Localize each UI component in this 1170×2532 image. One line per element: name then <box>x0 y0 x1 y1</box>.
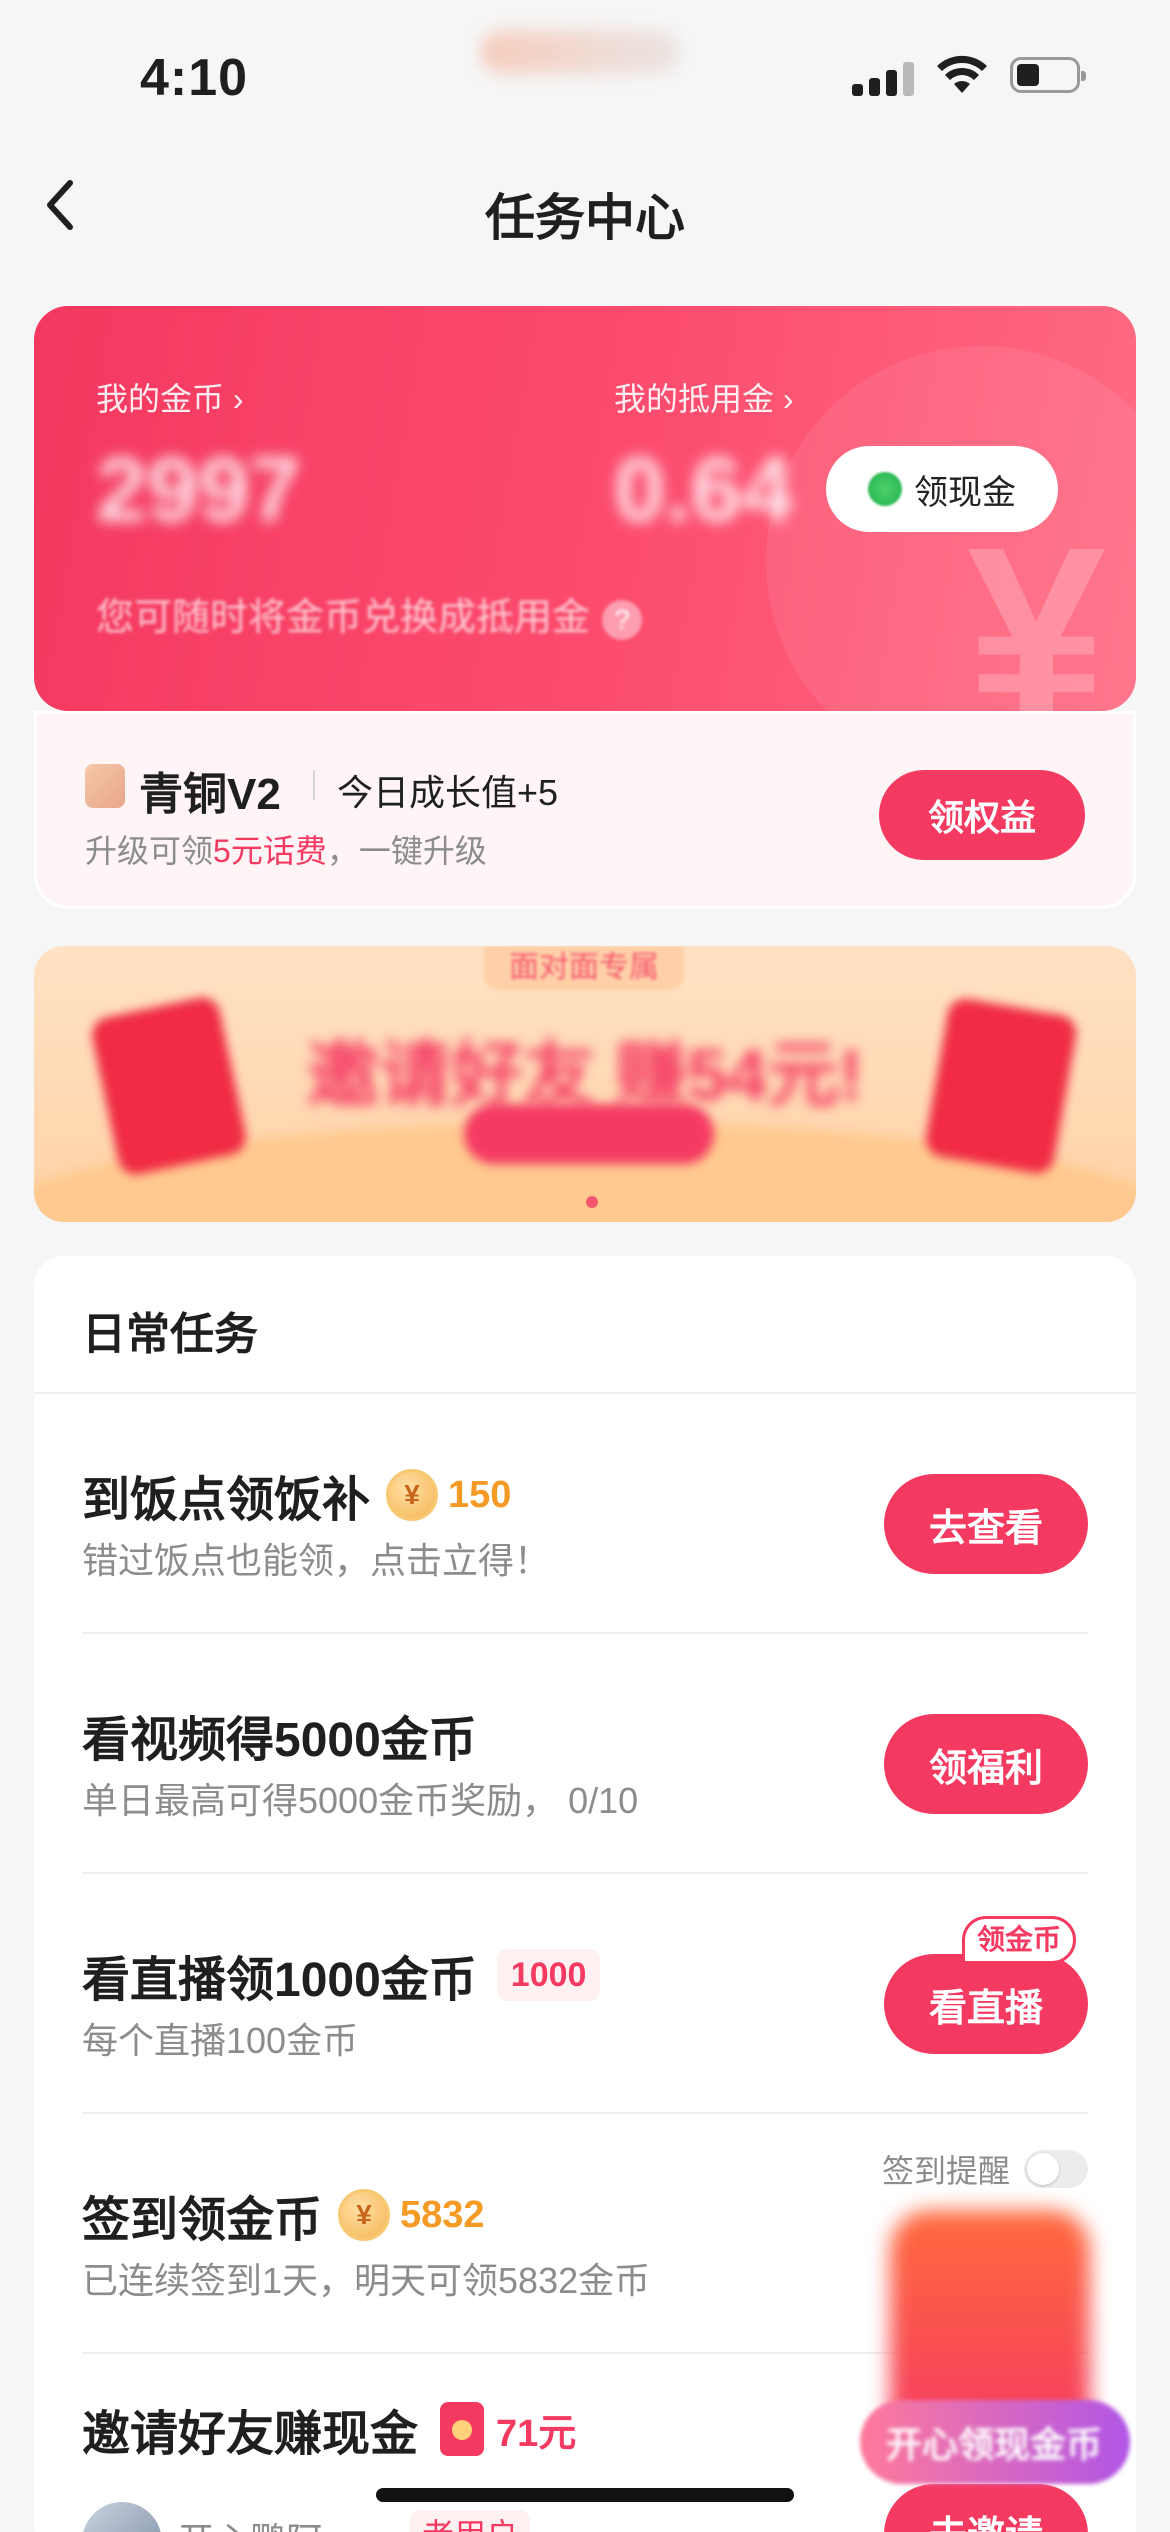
growth-value: 今日成长值+5 <box>337 772 559 813</box>
task-title: 邀请好友赚现金 <box>82 2408 419 2461</box>
bronze-level-icon <box>85 764 125 808</box>
upgrade-hint-suffix: ，一键升级 <box>326 833 487 869</box>
task-title-wrap: 邀请好友赚现金 71元 <box>82 2394 576 2464</box>
task-title-wrap: 到饭点领饭补 ¥150 <box>82 1460 511 1530</box>
claim-welfare-button[interactable]: 领福利 <box>884 1714 1088 1814</box>
level-upgrade-hint: 升级可领5元话费，一键升级 <box>85 826 487 872</box>
view-button[interactable]: 去查看 <box>884 1474 1088 1574</box>
coin-icon: ¥ <box>386 1469 439 1521</box>
task-subtitle: 每个直播100金币 <box>82 2020 359 2061</box>
reminder-label: 签到提醒 <box>881 2153 1010 2189</box>
coins-link[interactable]: 我的金币 › <box>96 374 244 420</box>
coins-value: 2997 <box>96 439 301 541</box>
cash-amount: 71元 <box>496 2412 577 2455</box>
credit-value: 0.64 <box>614 439 794 541</box>
checkin-reminder: 签到提醒 <box>882 2146 1088 2192</box>
dynamic-island-app-icon <box>480 30 680 74</box>
cash-icon <box>868 472 902 506</box>
status-time: 4:10 <box>140 49 249 107</box>
upgrade-hint-prefix: 升级可领 <box>85 833 214 869</box>
page-title: 任务中心 <box>485 190 685 246</box>
task-row-live: 看直播领1000金币 1000 每个直播100金币 看直播 领金币 <box>34 1874 1136 2114</box>
task-subtitle: 错过饭点也能领，点击立得！ <box>82 1540 551 1581</box>
task-row-meal: 到饭点领饭补 ¥150 错过饭点也能领，点击立得！ 去查看 <box>34 1394 1136 1634</box>
task-title: 签到领金币 <box>82 2194 323 2247</box>
floating-promo[interactable]: 开心领现金币 <box>860 2200 1160 2500</box>
invite-friends-banner[interactable]: 面对面专属 邀请好友 赚54元! <box>34 946 1136 1222</box>
wifi-icon <box>937 55 987 93</box>
level-name: 青铜V2 <box>139 770 281 819</box>
chevron-right-icon: › <box>782 381 794 417</box>
help-icon[interactable]: ? <box>602 599 643 640</box>
membership-level-card: 青铜V2 今日成长值+5 升级可领5元话费，一键升级 领权益 <box>34 711 1136 909</box>
upgrade-hint-highlight: 5元话费 <box>213 833 327 869</box>
red-envelope-icon <box>440 2402 485 2456</box>
banner-tag: 面对面专属 <box>484 946 684 990</box>
section-title: 日常任务 <box>82 1310 258 1359</box>
watch-live-button[interactable]: 看直播 领金币 <box>884 1916 1088 2054</box>
task-title: 看视频得5000金币 <box>82 1714 477 1767</box>
claim-cash-label: 领现金 <box>914 473 1016 512</box>
coin-tag: 1000 <box>496 1949 601 2001</box>
wallet-card: ¥ 我的金币 › 2997 我的抵用金 › 0.64 领现金 您可随时将金币兑换… <box>34 306 1136 711</box>
claim-benefits-button[interactable]: 领权益 <box>879 770 1085 860</box>
coin-icon: ¥ <box>338 2189 391 2241</box>
nav-bar: 任务中心 <box>0 160 1170 250</box>
exchange-hint-text: 您可随时将金币兑换成抵用金 <box>96 597 591 639</box>
task-subtitle: 已连续签到1天，明天可领5832金币 <box>82 2260 651 2301</box>
credit-link[interactable]: 我的抵用金 › <box>614 374 794 420</box>
carousel-indicator <box>586 1196 598 1208</box>
floating-promo-label: 开心领现金币 <box>860 2400 1130 2484</box>
coin-amount: 5832 <box>400 2193 485 2236</box>
chevron-right-icon: › <box>232 381 244 417</box>
watch-live-label: 看直播 <box>928 1987 1043 2030</box>
task-row-video: 看视频得5000金币 单日最高可得5000金币奖励， 0/10 领福利 <box>34 1634 1136 1874</box>
coin-amount: 150 <box>448 1473 512 1516</box>
task-title-wrap: 看直播领1000金币 1000 <box>82 1940 601 2010</box>
home-indicator[interactable] <box>376 2488 794 2502</box>
avatar <box>82 2502 162 2532</box>
task-title-wrap: 签到领金币 ¥5832 <box>82 2180 485 2250</box>
status-bar: 4:10 <box>0 0 1170 150</box>
banner-cta[interactable] <box>464 1104 714 1164</box>
claim-coins-badge: 领金币 <box>961 1916 1076 1964</box>
old-user-tag: 老用户 <box>410 2510 531 2532</box>
credit-label: 我的抵用金 <box>614 381 775 417</box>
task-title: 看直播领1000金币 <box>82 1954 477 2007</box>
task-title: 到饭点领饭补 <box>82 1474 371 1527</box>
reminder-toggle[interactable] <box>1024 2150 1088 2188</box>
task-subtitle: 单日最高可得5000金币奖励， 0/10 <box>82 1780 639 1821</box>
claim-cash-button[interactable]: 领现金 <box>826 446 1058 532</box>
battery-icon <box>1010 57 1086 93</box>
exchange-hint: 您可随时将金币兑换成抵用金? <box>96 586 643 641</box>
divider <box>313 770 315 800</box>
cellular-signal-icon <box>852 60 914 96</box>
coins-label: 我的金币 <box>96 381 225 417</box>
friend-name: 开心鹏阿 <box>178 2512 322 2532</box>
